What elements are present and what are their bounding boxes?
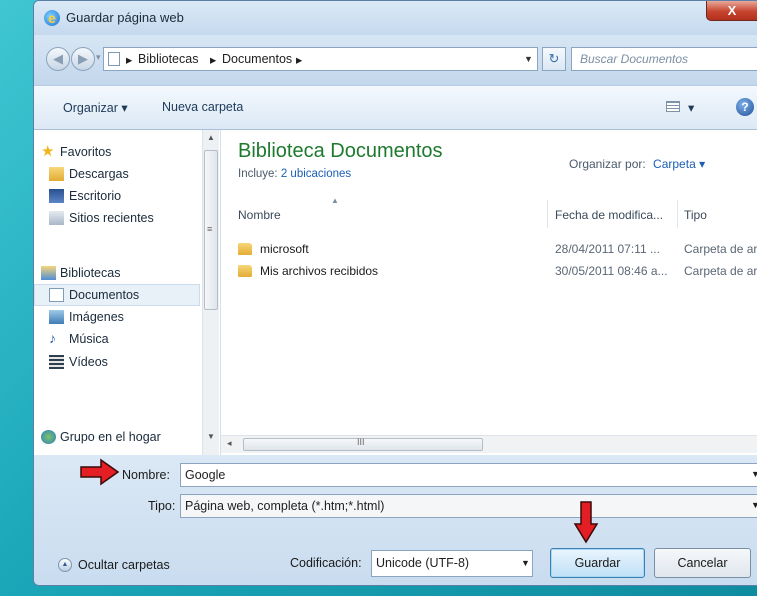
column-header-date[interactable]: Fecha de modifica... — [555, 208, 663, 222]
sidebar-item-grupo-hogar[interactable]: Grupo en el hogar — [34, 427, 204, 449]
close-button[interactable]: X — [706, 1, 757, 21]
videos-icon — [49, 355, 64, 369]
recent-pages-chevron-icon[interactable]: ▾ — [96, 52, 101, 63]
hide-folders-button[interactable]: Ocultar carpetas — [78, 558, 170, 572]
scroll-down-icon[interactable]: ▼ — [207, 432, 215, 441]
file-name: microsoft — [260, 242, 309, 256]
save-form: Nombre: Google ▼ Tipo: Página web, compl… — [34, 455, 757, 585]
breadcrumb-separator-icon: ▸ — [296, 53, 303, 67]
address-dropdown-icon[interactable]: ▼ — [524, 54, 533, 64]
ie-icon: e — [44, 10, 60, 26]
file-list-pane: Biblioteca Documentos Incluye: 2 ubicaci… — [221, 130, 757, 455]
documents-icon — [49, 288, 64, 302]
scroll-grip-icon: III — [357, 437, 365, 447]
name-label: Nombre: — [122, 468, 170, 482]
desktop-icon — [49, 189, 64, 203]
search-input[interactable]: Buscar Documentos ⚲ — [571, 47, 757, 71]
sidebar-item-imagenes[interactable]: Imágenes — [34, 307, 204, 329]
sidebar-item-favoritos[interactable]: ★ Favoritos — [34, 142, 204, 164]
search-placeholder: Buscar Documentos — [580, 52, 689, 66]
cancel-button[interactable]: Cancelar — [654, 548, 751, 578]
breadcrumb-bibliotecas[interactable]: Bibliotecas — [138, 52, 198, 66]
table-row[interactable]: Mis archivos recibidos 30/05/2011 08:46 … — [238, 264, 757, 284]
scroll-left-icon[interactable]: ◂ — [227, 438, 232, 449]
pictures-icon — [49, 310, 64, 324]
sidebar-item-documentos[interactable]: Documentos — [34, 284, 200, 306]
annotation-arrow-right-icon — [80, 458, 120, 486]
sidebar-item-sitios-recientes[interactable]: Sitios recientes — [34, 208, 204, 230]
encoding-label: Codificación: — [290, 556, 362, 570]
star-icon: ★ — [41, 143, 55, 160]
file-name: Mis archivos recibidos — [260, 264, 379, 278]
save-dialog-window: e Guardar página web X ◀ ▶ ▾ ▸ Bibliotec… — [33, 0, 757, 586]
locations-link[interactable]: 2 ubicaciones — [281, 168, 351, 180]
forward-icon[interactable]: ▶ — [71, 47, 95, 71]
sort-ascending-icon: ▲ — [331, 196, 339, 205]
navigation-bar: ◀ ▶ ▾ ▸ Bibliotecas ▸ Documentos ▸ ▼ ↻ B… — [34, 35, 757, 85]
back-icon[interactable]: ◀ — [46, 47, 70, 71]
type-label: Tipo: — [148, 499, 176, 513]
organize-menu-button[interactable]: Organizar ▾ — [63, 100, 128, 115]
sidebar-item-escritorio[interactable]: Escritorio — [34, 186, 204, 208]
collapse-icon[interactable]: ▲ — [58, 558, 72, 572]
table-row[interactable]: microsoft 28/04/2011 07:11 ... Carpeta d… — [238, 242, 757, 262]
homegroup-icon — [41, 430, 56, 444]
file-type: Carpeta de archivos — [684, 242, 757, 256]
library-includes: Incluye: 2 ubicaciones — [238, 168, 351, 180]
sidebar-item-bibliotecas[interactable]: Bibliotecas — [34, 263, 204, 285]
folder-icon — [238, 265, 252, 277]
views-icon[interactable] — [666, 101, 680, 112]
scroll-up-icon[interactable]: ▲ — [207, 133, 215, 142]
column-header-name[interactable]: Nombre — [238, 208, 281, 222]
sidebar-item-descargas[interactable]: Descargas — [34, 164, 204, 186]
breadcrumb-separator-icon: ▸ — [126, 53, 133, 67]
download-folder-icon — [49, 167, 64, 181]
horizontal-scrollbar[interactable]: ◂ III — [221, 435, 757, 453]
arrange-by: Organizar por: Carpeta ▾ — [569, 157, 705, 171]
library-title: Biblioteca Documentos — [238, 140, 443, 162]
navigation-pane: ★ Favoritos Descargas Escritorio Sitios … — [34, 130, 221, 455]
filename-dropdown-icon[interactable]: ▼ — [751, 469, 757, 479]
title-bar[interactable]: e Guardar página web X — [34, 1, 757, 35]
window-title: Guardar página web — [66, 10, 184, 25]
encoding-value: Unicode (UTF-8) — [376, 556, 470, 570]
encoding-select[interactable]: Unicode (UTF-8) ▼ — [371, 550, 533, 577]
breadcrumb-separator-icon: ▸ — [210, 53, 217, 67]
views-dropdown-icon[interactable]: ▾ — [688, 100, 694, 115]
file-type: Carpeta de archivos — [684, 264, 757, 278]
libraries-icon — [41, 266, 56, 280]
file-type-value: Página web, completa (*.htm;*.html) — [185, 499, 385, 513]
column-divider — [547, 200, 548, 228]
new-folder-button[interactable]: Nueva carpeta — [162, 100, 243, 114]
folder-icon — [238, 243, 252, 255]
annotation-arrow-down-icon — [573, 501, 599, 544]
column-divider — [677, 200, 678, 228]
breadcrumb-documentos[interactable]: Documentos — [222, 52, 292, 66]
includes-prefix: Incluye: — [238, 168, 278, 180]
sidebar-item-videos[interactable]: Vídeos — [34, 352, 204, 374]
encoding-dropdown-icon[interactable]: ▼ — [521, 558, 530, 568]
recent-places-icon — [49, 211, 64, 225]
sidebar-item-musica[interactable]: ♪ Música — [34, 329, 204, 351]
command-toolbar: Organizar ▾ Nueva carpeta ▾ ? — [34, 85, 757, 130]
scroll-grip-icon: ≡ — [207, 224, 213, 234]
library-icon — [108, 52, 120, 66]
file-date: 30/05/2011 08:46 a... — [555, 264, 668, 278]
music-icon: ♪ — [49, 330, 56, 346]
filename-value: Google — [185, 468, 226, 482]
refresh-icon[interactable]: ↻ — [542, 47, 566, 71]
navigation-pane-scrollbar[interactable]: ▲ ≡ ▼ — [202, 130, 219, 455]
column-header-type[interactable]: Tipo — [684, 208, 707, 222]
file-date: 28/04/2011 07:11 ... — [555, 242, 660, 256]
arrange-by-label: Organizar por: — [569, 157, 646, 171]
address-bar[interactable]: ▸ Bibliotecas ▸ Documentos ▸ ▼ — [103, 47, 538, 71]
arrange-by-dropdown[interactable]: Carpeta ▾ — [653, 157, 705, 171]
filename-input[interactable]: Google ▼ — [180, 463, 757, 487]
save-button[interactable]: Guardar — [550, 548, 645, 578]
file-type-select[interactable]: Página web, completa (*.htm;*.html) ▼ — [180, 494, 757, 518]
file-type-dropdown-icon[interactable]: ▼ — [751, 500, 757, 510]
help-icon[interactable]: ? — [736, 98, 754, 116]
